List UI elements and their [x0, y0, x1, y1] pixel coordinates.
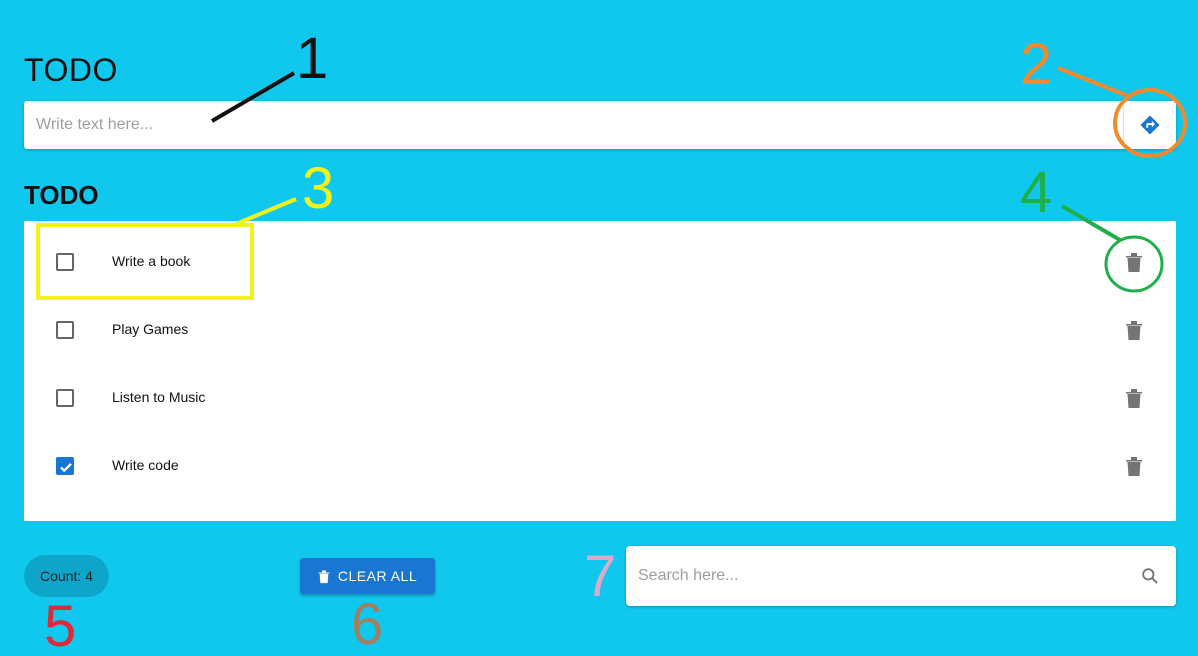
- annotation-number: 4: [1020, 160, 1053, 225]
- trash-icon: [1126, 457, 1142, 476]
- todo-checkbox[interactable]: [56, 389, 74, 407]
- todo-label: Listen to Music: [112, 389, 206, 405]
- trash-icon: [1126, 321, 1142, 340]
- clear-all-button[interactable]: CLEAR ALL: [300, 558, 435, 594]
- delete-todo-button[interactable]: [1122, 453, 1146, 479]
- todo-checkbox[interactable]: [56, 321, 74, 339]
- todo-label: Write a book: [112, 253, 191, 269]
- add-todo-button[interactable]: [1124, 101, 1176, 149]
- delete-todo-button[interactable]: [1122, 385, 1146, 411]
- annotation-number: 1: [296, 26, 329, 91]
- annotation-arrow-2: [1057, 66, 1129, 98]
- todo-label: Play Games: [112, 321, 189, 337]
- add-todo-bar: [24, 101, 1176, 149]
- trash-icon: [1126, 253, 1142, 272]
- annotation-number: 7: [584, 544, 617, 609]
- trash-icon: [318, 570, 330, 583]
- search-icon: [1142, 568, 1158, 584]
- search-button[interactable]: [1124, 546, 1176, 606]
- delete-todo-button[interactable]: [1122, 249, 1146, 275]
- delete-todo-button[interactable]: [1122, 317, 1146, 343]
- clear-all-label: CLEAR ALL: [337, 568, 418, 584]
- todo-item: Write code: [24, 433, 1176, 501]
- annotation-number: 6: [351, 592, 384, 656]
- todo-item: Play Games: [24, 297, 1176, 365]
- todo-item: Listen to Music: [24, 365, 1176, 433]
- app-title: TODO: [24, 52, 118, 88]
- add-todo-input[interactable]: [24, 101, 1123, 149]
- trash-icon: [1126, 389, 1142, 408]
- annotation-number: 5: [44, 594, 77, 656]
- annotation-number: 2: [1020, 32, 1053, 97]
- todo-label: Write code: [112, 457, 179, 473]
- search-input[interactable]: [626, 546, 1124, 606]
- list-title: TODO: [24, 180, 99, 210]
- todo-checkbox[interactable]: [56, 253, 74, 271]
- search-bar: [626, 546, 1176, 606]
- count-badge: Count: 4: [24, 555, 109, 597]
- annotation-number: 3: [302, 156, 335, 221]
- check-icon: [60, 463, 72, 473]
- directions-icon: [1140, 115, 1160, 135]
- todo-item: Write a book: [24, 229, 1176, 297]
- todo-list: Write a book Play Games Listen to Music …: [24, 221, 1176, 521]
- todo-checkbox[interactable]: [56, 457, 74, 475]
